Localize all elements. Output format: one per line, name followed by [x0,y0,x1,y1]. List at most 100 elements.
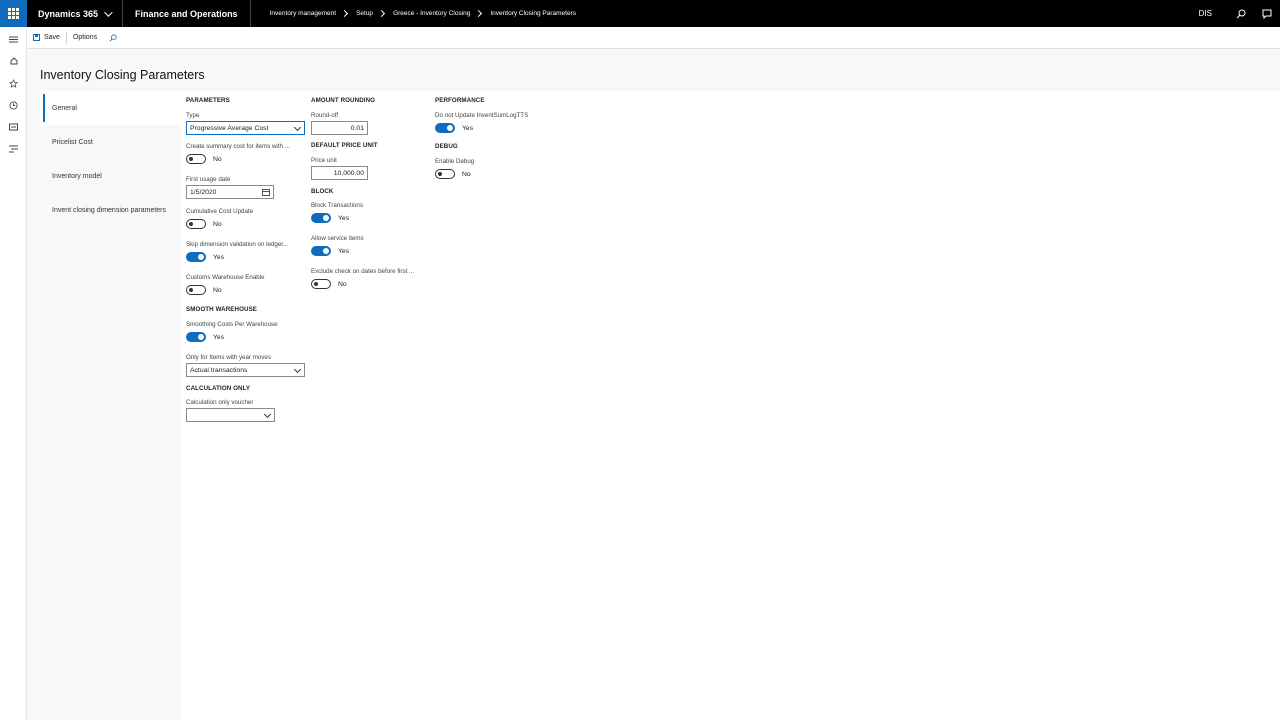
section-calculation-only: CALCULATION ONLY [186,385,251,392]
chevron-right-icon [341,9,349,18]
price-unit-field[interactable]: 10,000.00 [311,166,368,180]
type-label: Type [186,112,200,119]
section-parameters: PARAMETERS [186,97,230,104]
toggle-value: Yes [338,214,350,222]
first-usage-value: 1/5/2020 [190,188,217,196]
section-performance: PERFORMANCE [435,97,485,104]
hamburger-icon [9,36,18,42]
toggle-value: No [213,286,222,294]
exclude-check-toggle[interactable]: No [311,279,347,289]
toggle-switch [311,279,331,289]
company-picker[interactable]: DIS [1199,9,1212,18]
tab-inventory-model[interactable]: Inventory model [40,159,181,193]
cumulative-toggle[interactable]: No [186,219,222,229]
search-icon [109,33,117,41]
toggle-value: Yes [213,333,225,341]
roundoff-field[interactable]: 0.01 [311,121,368,135]
save-icon [33,34,40,41]
voucher-label: Calculation only voucher [186,399,254,406]
tab-invent-closing-dimension[interactable]: Invent closing dimension parameters [40,193,181,227]
tab-pricelist-cost[interactable]: Pricelist Cost [40,125,181,159]
toggle-value: Yes [338,247,350,255]
app-name: Dynamics 365 [38,8,99,19]
nav-home[interactable] [0,50,27,72]
section-block: BLOCK [311,188,334,195]
tab-general[interactable]: General [40,91,181,125]
type-value: Progressive Average Cost [190,124,269,132]
chevron-right-icon [378,9,386,18]
product-name[interactable]: Finance and Operations [123,0,251,27]
workspace-icon [9,123,18,131]
toggle-value: Yes [462,124,474,132]
toggle-switch [311,246,331,256]
hamburger-button[interactable] [0,28,27,50]
block-transactions-toggle[interactable]: Yes [311,213,349,223]
app-launcher-button[interactable] [0,0,27,27]
allow-service-toggle[interactable]: Yes [311,246,349,256]
navigation-pane [0,27,27,720]
search-button[interactable] [1228,0,1254,27]
chevron-down-icon [104,7,113,17]
waffle-icon [8,8,19,19]
top-bar: Dynamics 365 Finance and Operations Inve… [0,0,1280,27]
app-name-menu[interactable]: Dynamics 365 [27,0,124,27]
star-icon [9,78,18,88]
breadcrumb-item-setup[interactable]: Setup [356,10,373,17]
calendar-icon[interactable] [262,189,270,196]
roundoff-label: Round-off [311,112,339,119]
toggle-value: No [213,155,222,163]
home-icon [10,57,17,65]
smoothing-toggle[interactable]: Yes [186,332,224,342]
performance-toggle[interactable]: Yes [435,123,473,133]
cumulative-label: Cumulative Cost Update [186,208,254,215]
section-debug: DEBUG [435,143,458,150]
nav-workspaces[interactable] [0,116,27,138]
block-transactions-label: Block Transactions [311,202,363,209]
nav-modules[interactable] [0,138,27,160]
skip-toggle[interactable]: Yes [186,252,224,262]
customs-label: Customs Warehouse Enable [186,274,265,281]
skip-label: Skip dimension validation on ledger... [186,241,289,248]
feedback-button[interactable] [1254,0,1280,27]
chevron-right-icon [475,9,483,18]
options-button[interactable]: Options [67,27,103,49]
toggle-switch [186,219,206,229]
voucher-dropdown[interactable] [186,408,275,422]
debug-toggle[interactable]: No [435,169,471,179]
toggle-value: No [338,280,347,288]
breadcrumb: Inventory management Setup Greece - Inve… [270,9,576,18]
toggle-value: No [213,220,222,228]
nav-recent[interactable] [0,94,27,116]
first-usage-date-field[interactable]: 1/5/2020 [186,185,274,199]
nav-favorites[interactable] [0,72,27,94]
save-button[interactable]: Save [27,27,66,49]
page-title: Inventory Closing Parameters [40,68,205,82]
toggle-switch [186,332,206,342]
type-dropdown[interactable]: Progressive Average Cost [186,121,305,135]
section-amount-rounding: AMOUNT ROUNDING [311,97,376,104]
only-items-value: Actual transactions [190,366,248,374]
action-pane: Save Options [27,27,1280,49]
customs-toggle[interactable]: No [186,285,222,295]
action-search-button[interactable] [103,27,123,49]
search-icon [1236,9,1246,18]
breadcrumb-item-inventory[interactable]: Inventory management [270,10,336,17]
toggle-switch [186,285,206,295]
feedback-icon [1262,9,1272,19]
vertical-tabs: General Pricelist Cost Inventory model I… [40,91,181,720]
breadcrumb-item-current: Inventory Closing Parameters [490,10,576,17]
section-smooth-warehouse: SMOOTH WAREHOUSE [186,306,258,313]
only-items-label: Only for Items with year moves [186,354,271,361]
tab-content-general: PARAMETERS Type Progressive Average Cost… [181,91,1280,720]
toggle-switch [186,154,206,164]
section-default-price-unit: DEFAULT PRICE UNIT [311,142,378,149]
breadcrumb-item-greece[interactable]: Greece - Inventory Closing [393,10,470,17]
summary-label: Create summary cost for items with ... [186,143,290,150]
clock-icon [9,100,18,110]
summary-toggle[interactable]: No [186,154,222,164]
toggle-switch [435,123,455,133]
chevron-down-icon [293,123,302,132]
only-items-dropdown[interactable]: Actual transactions [186,363,305,377]
toggle-switch [435,169,455,179]
exclude-check-label: Exclude check on dates before first ... [311,268,415,275]
